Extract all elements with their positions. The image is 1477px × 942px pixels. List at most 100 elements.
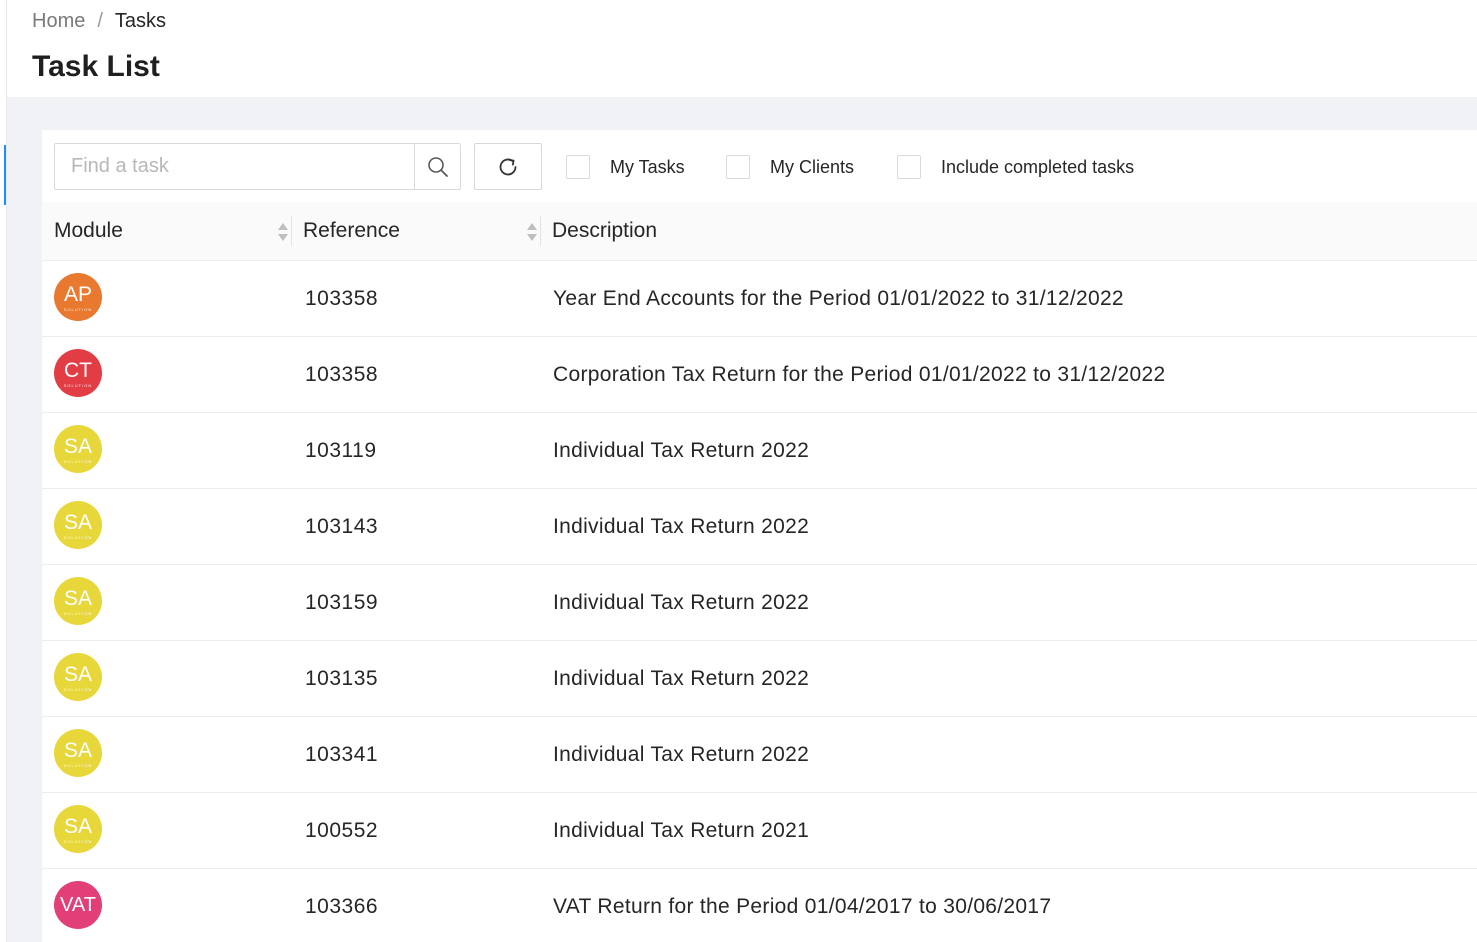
- module-badge-code: SA: [63, 738, 92, 762]
- reference-cell: 103119: [305, 438, 377, 462]
- description-cell: Corporation Tax Return for the Period 01…: [553, 362, 1166, 386]
- module-badge-icon: SA SOLUTION: [54, 501, 102, 549]
- reference-cell: 103143: [305, 514, 379, 538]
- include-completed-checkbox[interactable]: Include completed tasks: [897, 155, 1134, 179]
- table-row[interactable]: SA SOLUTION 103119 Individual Tax Return 20…: [42, 413, 1477, 489]
- table-row[interactable]: SA SOLUTION 103341 Individual Tax Return 20…: [42, 717, 1477, 793]
- task-list-card: My Tasks My Clients Include completed ta…: [42, 130, 1477, 942]
- module-badge-icon: SA SOLUTION: [54, 729, 102, 777]
- reference-cell: 103358: [305, 362, 379, 386]
- table-row[interactable]: SA SOLUTION 100552 Individual Tax Return 20…: [42, 793, 1477, 869]
- sort-icon[interactable]: [525, 221, 539, 243]
- nav-active-indicator: [4, 145, 6, 205]
- reference-cell: 100552: [305, 818, 379, 842]
- description-cell: Individual Tax Return 2022: [553, 666, 810, 690]
- module-badge-icon: VAT: [54, 881, 102, 929]
- table-row[interactable]: SA SOLUTION 103159 Individual Tax Return 20…: [42, 565, 1477, 641]
- module-cell: AP SOLUTION: [54, 273, 102, 321]
- module-badge-code: SA: [63, 662, 92, 686]
- module-cell: SA SOLUTION: [54, 577, 102, 625]
- reference-cell: 103341: [305, 742, 379, 766]
- reference-cell: 103358: [305, 286, 379, 310]
- breadcrumb: Home / Tasks: [32, 8, 166, 34]
- my-tasks-checkbox[interactable]: My Tasks: [566, 155, 685, 179]
- refresh-icon: [499, 158, 517, 175]
- table-body: AP SOLUTION 103358 Year End Accounts for th…: [42, 261, 1477, 942]
- module-cell: SA SOLUTION: [54, 805, 102, 853]
- search-input[interactable]: [54, 143, 414, 190]
- breadcrumb-current: Tasks: [114, 10, 167, 32]
- module-badge-subtitle: SOLUTION: [63, 534, 93, 540]
- table-header: Module Reference Description: [42, 202, 1477, 261]
- description-cell: Year End Accounts for the Period 01/01/2…: [553, 286, 1124, 310]
- module-badge-icon: SA SOLUTION: [54, 805, 102, 853]
- module-badge-icon: SA SOLUTION: [54, 425, 102, 473]
- include-completed-label: Include completed tasks: [941, 156, 1135, 177]
- task-table: Module Reference Description AP SOLUTION…: [42, 202, 1477, 942]
- breadcrumb-home-link[interactable]: Home: [32, 8, 85, 34]
- column-header-reference-label: Reference: [303, 219, 400, 242]
- table-row[interactable]: AP SOLUTION 103358 Year End Accounts for th…: [42, 261, 1477, 337]
- module-badge-code: CT: [64, 358, 92, 382]
- page-title: Task List: [32, 50, 160, 83]
- module-badge-subtitle: SOLUTION: [63, 306, 93, 312]
- module-badge-code: SA: [63, 434, 92, 458]
- module-cell: SA SOLUTION: [54, 653, 102, 701]
- table-row[interactable]: CT SOLUTION 103358 Corporation Tax Return f…: [42, 337, 1477, 413]
- my-clients-checkbox[interactable]: My Clients: [726, 155, 854, 179]
- module-badge-code: VAT: [60, 894, 96, 916]
- include-completed-checkbox-box[interactable]: [897, 155, 921, 179]
- column-divider: [291, 216, 292, 246]
- module-badge-subtitle: SOLUTION: [63, 610, 93, 616]
- page-header: Home / Tasks Task List: [7, 0, 1477, 97]
- breadcrumb-separator: /: [97, 10, 103, 32]
- left-rail: [0, 0, 7, 942]
- my-clients-checkbox-box[interactable]: [726, 155, 750, 179]
- table-row[interactable]: SA SOLUTION 103135 Individual Tax Return 20…: [42, 641, 1477, 717]
- module-cell: SA SOLUTION: [54, 729, 102, 777]
- module-badge-code: AP: [63, 282, 92, 306]
- reference-cell: 103135: [305, 666, 379, 690]
- module-badge-subtitle: SOLUTION: [63, 382, 93, 388]
- module-cell: CT SOLUTION: [54, 349, 102, 397]
- sort-icon[interactable]: [276, 221, 290, 243]
- module-badge-code: SA: [63, 814, 92, 838]
- task-list-page: Home / Tasks Task List Find a task My Ta…: [0, 0, 1477, 942]
- column-header-module[interactable]: Module: [54, 202, 290, 260]
- module-badge-subtitle: SOLUTION: [63, 686, 93, 692]
- column-header-description: Description: [552, 202, 1452, 260]
- module-badge-subtitle: SOLUTION: [63, 762, 93, 768]
- table-row[interactable]: SA SOLUTION 103143 Individual Tax Return 20…: [42, 489, 1477, 565]
- reference-cell: 103159: [305, 590, 379, 614]
- refresh-button[interactable]: [474, 143, 542, 190]
- module-badge-icon: SA SOLUTION: [54, 653, 102, 701]
- module-badge-code: SA: [63, 510, 92, 534]
- module-cell: VAT: [54, 881, 102, 929]
- table-row[interactable]: VAT 103366 VAT Return for the Period 01/04…: [42, 869, 1477, 942]
- my-tasks-label: My Tasks: [610, 156, 685, 177]
- description-cell: Individual Tax Return 2022: [553, 742, 810, 766]
- module-badge-icon: AP SOLUTION: [54, 273, 102, 321]
- description-cell: VAT Return for the Period 01/04/2017 to …: [553, 894, 1052, 918]
- column-header-reference[interactable]: Reference: [303, 202, 539, 260]
- column-divider: [540, 216, 541, 246]
- search-button[interactable]: [414, 143, 461, 190]
- module-cell: SA SOLUTION: [54, 425, 102, 473]
- description-cell: Individual Tax Return 2022: [553, 438, 810, 462]
- description-cell: Individual Tax Return 2022: [553, 514, 810, 538]
- description-cell: Individual Tax Return 2021: [553, 818, 810, 842]
- my-clients-label: My Clients: [770, 156, 855, 177]
- module-badge-subtitle: SOLUTION: [63, 838, 93, 844]
- column-header-description-label: Description: [552, 219, 658, 242]
- module-badge-icon: SA SOLUTION: [54, 577, 102, 625]
- module-badge-subtitle: SOLUTION: [63, 458, 93, 464]
- search-group: [54, 143, 461, 190]
- module-badge-code: SA: [63, 586, 92, 610]
- my-tasks-checkbox-box[interactable]: [566, 155, 590, 179]
- module-cell: SA SOLUTION: [54, 501, 102, 549]
- search-icon: [427, 156, 448, 177]
- column-header-module-label: Module: [54, 219, 123, 242]
- task-toolbar: My Tasks My Clients Include completed ta…: [54, 143, 1454, 191]
- description-cell: Individual Tax Return 2022: [553, 590, 810, 614]
- module-badge-icon: CT SOLUTION: [54, 349, 102, 397]
